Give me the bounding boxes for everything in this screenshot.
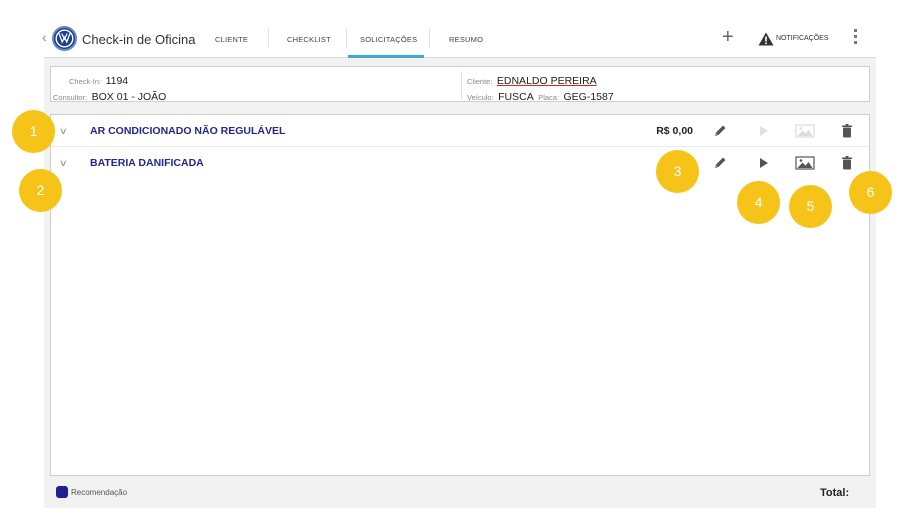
back-chevron-icon[interactable]: ‹ bbox=[42, 29, 47, 45]
footer-bar: Recomendação Total: bbox=[44, 480, 876, 508]
app-window: ‹ Check-in de Oficina CLIENTE CHECKLIST … bbox=[42, 18, 876, 508]
consultor-label: Consultor: bbox=[53, 93, 88, 102]
requests-list: ∨ AR CONDICIONADO NÃO REGULÁVEL R$ 0,00 … bbox=[50, 114, 870, 476]
list-item[interactable]: ∨ AR CONDICIONADO NÃO REGULÁVEL R$ 0,00 bbox=[51, 115, 869, 147]
info-divider bbox=[461, 71, 462, 99]
notifications-label[interactable]: NOTIFICAÇÕES bbox=[776, 35, 829, 42]
placa-value: GEG-1587 bbox=[563, 91, 614, 103]
more-vert-icon[interactable] bbox=[854, 29, 858, 47]
pencil-icon[interactable] bbox=[712, 123, 728, 139]
image-icon[interactable] bbox=[795, 123, 815, 139]
veiculo-label: Veículo: bbox=[467, 93, 494, 102]
tab-divider bbox=[268, 28, 269, 48]
warning-icon[interactable] bbox=[758, 32, 774, 51]
callout-3: 3 bbox=[656, 150, 699, 193]
checkin-info-panel: Check-In: 1194 Consultor: BOX 01 - JOÃO … bbox=[50, 66, 870, 105]
plus-icon[interactable]: + bbox=[722, 27, 734, 47]
tab-solicitacoes[interactable]: SOLICITAÇÕES bbox=[360, 35, 417, 44]
play-icon[interactable] bbox=[755, 155, 771, 171]
cliente-value: EDNALDO PEREIRA bbox=[496, 75, 597, 87]
tab-divider bbox=[429, 28, 430, 48]
callout-5: 5 bbox=[789, 185, 832, 228]
callout-6: 6 bbox=[849, 171, 892, 214]
image-icon[interactable] bbox=[795, 155, 815, 171]
checkin-label: Check-In: bbox=[69, 77, 102, 86]
consultor-row: Consultor: BOX 01 - JOÃO bbox=[53, 87, 166, 105]
app-title: Check-in de Oficina bbox=[82, 32, 196, 47]
veiculo-row: Veículo: FUSCA Placa: GEG-1587 bbox=[467, 87, 614, 105]
top-bar: ‹ Check-in de Oficina CLIENTE CHECKLIST … bbox=[42, 18, 876, 58]
request-title: AR CONDICIONADO NÃO REGULÁVEL bbox=[90, 125, 286, 137]
callout-4: 4 bbox=[737, 181, 780, 224]
trash-icon[interactable] bbox=[839, 123, 855, 139]
placa-label: Placa: bbox=[538, 93, 560, 102]
veiculo-value: FUSCA bbox=[498, 91, 534, 103]
pencil-icon[interactable] bbox=[712, 155, 728, 171]
chevron-down-icon[interactable]: ∨ bbox=[59, 158, 68, 169]
recommendation-swatch bbox=[56, 486, 68, 498]
recommendation-legend-label: Recomendação bbox=[71, 488, 128, 497]
tab-resumo[interactable]: RESUMO bbox=[449, 35, 483, 44]
list-item[interactable]: ∨ BATERIA DANIFICADA R bbox=[51, 147, 869, 179]
callout-1: 1 bbox=[12, 110, 55, 153]
chevron-down-icon[interactable]: ∨ bbox=[59, 126, 68, 137]
active-tab-indicator bbox=[348, 55, 424, 58]
tab-cliente[interactable]: CLIENTE bbox=[215, 35, 248, 44]
tab-divider bbox=[346, 28, 347, 48]
consultor-value: BOX 01 - JOÃO bbox=[91, 91, 167, 103]
request-price: R$ 0,00 bbox=[656, 125, 693, 137]
total-label: Total: bbox=[820, 487, 850, 499]
play-icon[interactable] bbox=[755, 123, 771, 139]
request-title: BATERIA DANIFICADA bbox=[90, 157, 204, 169]
cliente-label: Cliente: bbox=[467, 77, 493, 86]
tab-checklist[interactable]: CHECKLIST bbox=[287, 35, 331, 44]
callout-2: 2 bbox=[19, 169, 62, 212]
trash-icon[interactable] bbox=[839, 155, 855, 171]
checkin-value: 1194 bbox=[105, 75, 129, 87]
vw-logo bbox=[52, 26, 77, 51]
